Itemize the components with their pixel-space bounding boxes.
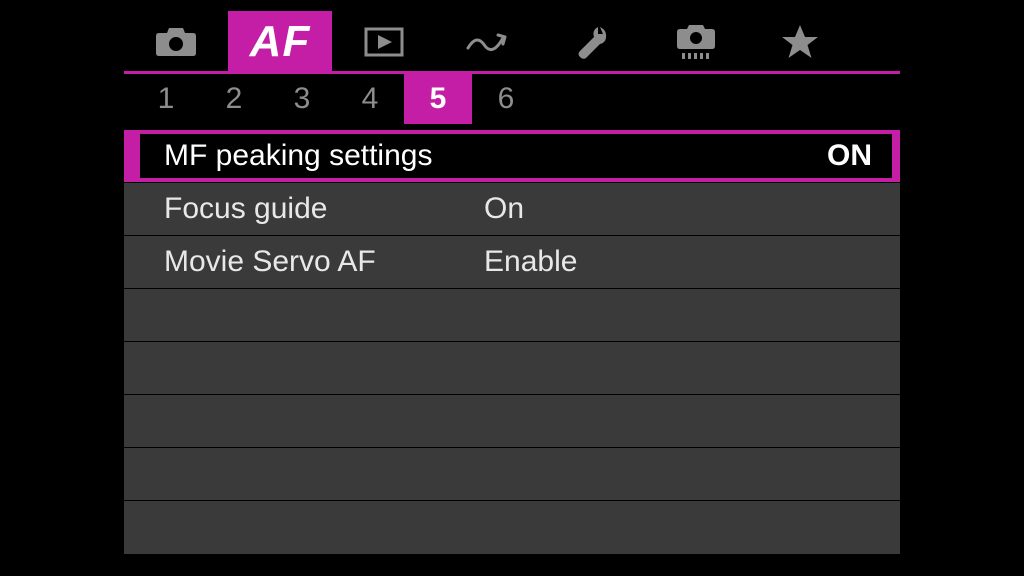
tab-mymenu[interactable] (748, 11, 852, 73)
menu-value: On (484, 192, 870, 226)
page-tab-2[interactable]: 2 (200, 74, 268, 124)
menu-row-empty (124, 289, 900, 342)
menu-row-movie-servo-af[interactable]: Movie Servo AF Enable (124, 236, 900, 289)
menu-value: Enable (484, 245, 870, 279)
network-icon (465, 28, 511, 56)
playback-icon (364, 27, 404, 57)
page-tab-4[interactable]: 4 (336, 74, 404, 124)
camera-icon (155, 26, 197, 58)
star-icon (781, 24, 819, 60)
menu-value: ON (484, 139, 872, 173)
tab-shooting[interactable] (124, 11, 228, 73)
menu-row-focus-guide[interactable]: Focus guide On (124, 183, 900, 236)
af-icon: AF (250, 17, 311, 67)
page-tab-6[interactable]: 6 (472, 74, 540, 124)
tab-network[interactable] (436, 11, 540, 73)
page-tab-3[interactable]: 3 (268, 74, 336, 124)
menu-screen: AF (0, 0, 1024, 576)
page-tab-1[interactable]: 1 (132, 74, 200, 124)
top-tab-bar: AF (124, 12, 900, 74)
page-tab-bar: 1 2 3 4 5 6 (124, 74, 900, 124)
menu-row-empty (124, 448, 900, 501)
custom-camera-icon (676, 23, 716, 61)
page-tab-5[interactable]: 5 (404, 74, 472, 124)
menu-label: Movie Servo AF (164, 245, 484, 279)
menu-label: Focus guide (164, 192, 484, 226)
menu-row-mf-peaking[interactable]: MF peaking settings ON (124, 130, 900, 183)
menu-row-empty (124, 395, 900, 448)
menu-row-empty (124, 342, 900, 395)
menu-row-empty (124, 501, 900, 554)
tab-setup[interactable] (540, 11, 644, 73)
tab-af[interactable]: AF (228, 11, 332, 73)
menu-label: MF peaking settings (164, 139, 484, 173)
menu-list: MF peaking settings ON Focus guide On Mo… (124, 130, 900, 556)
selection-accent (124, 130, 140, 182)
tab-playback[interactable] (332, 11, 436, 73)
wrench-icon (575, 24, 609, 60)
tab-custom[interactable] (644, 11, 748, 73)
